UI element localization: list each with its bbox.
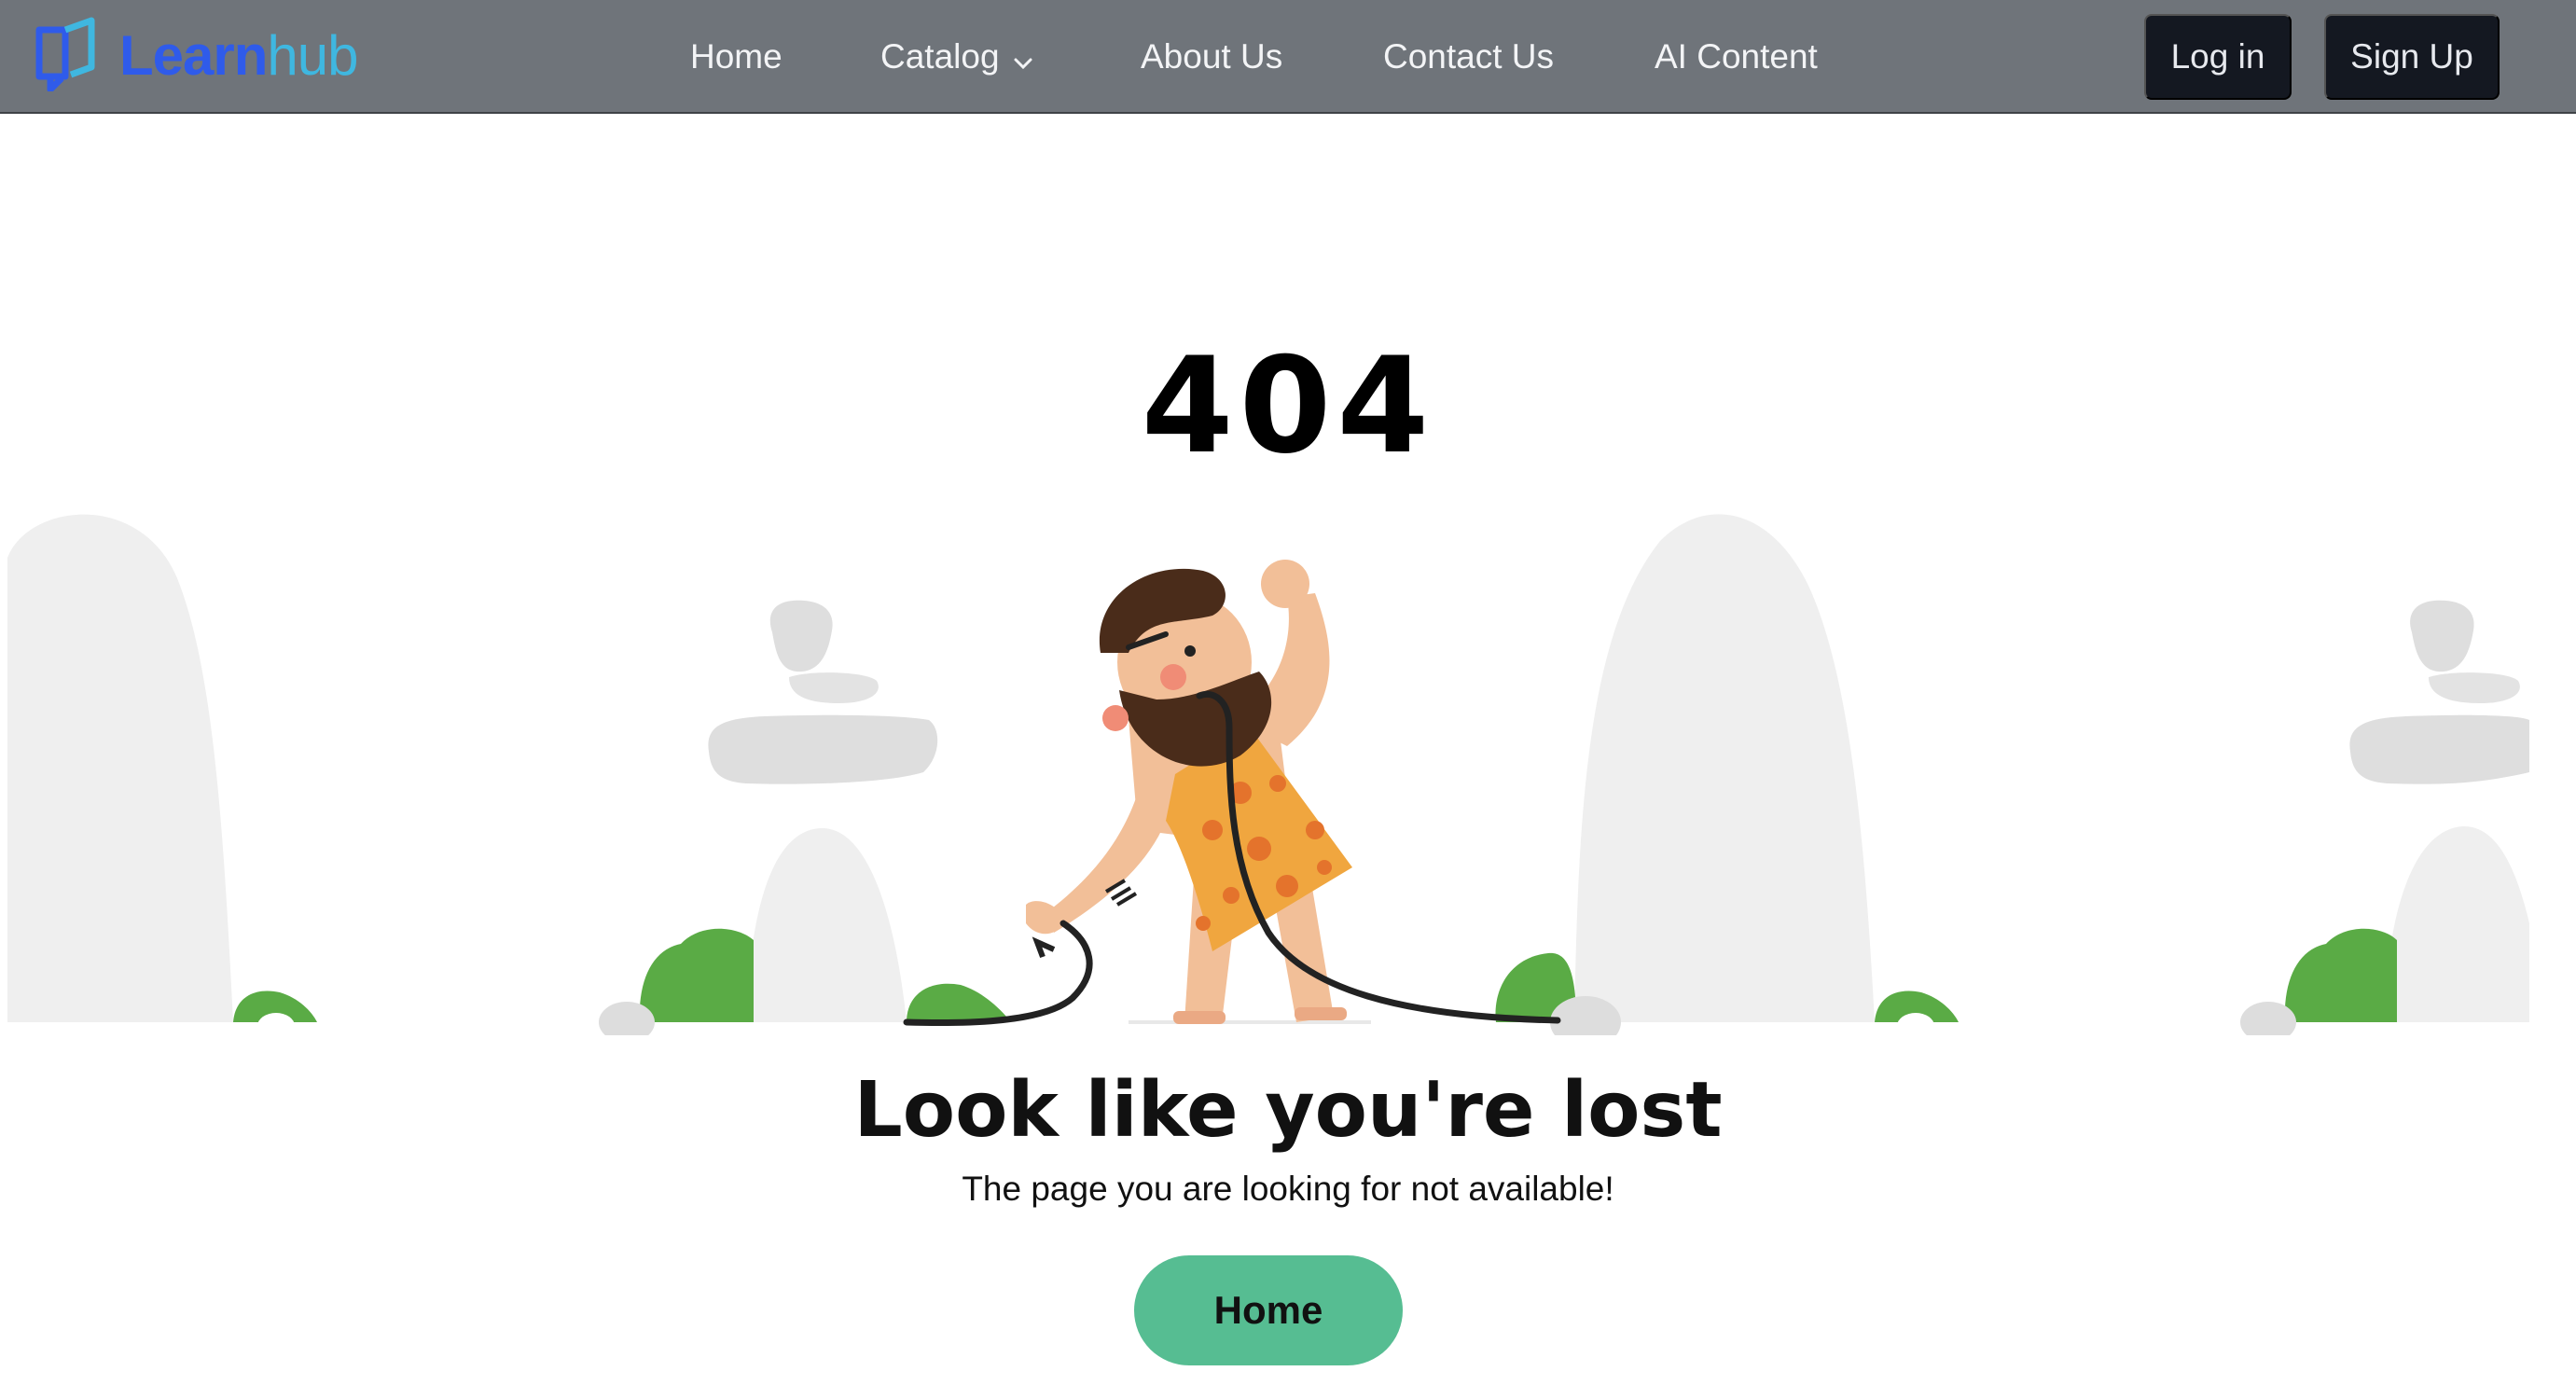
error-title: Look like you're lost [853, 1066, 1723, 1155]
logo-icon [34, 17, 103, 96]
nav-about-us[interactable]: About Us [1141, 32, 1282, 82]
nav-home[interactable]: Home [690, 32, 782, 82]
nav-contact-us[interactable]: Contact Us [1383, 32, 1554, 82]
nav-catalog-dropdown[interactable]: Catalog [880, 32, 1033, 82]
caveman-illustration [0, 513, 2576, 1048]
brand-name-hub: hub [267, 24, 358, 87]
login-button[interactable]: Log in [2144, 14, 2292, 100]
signup-button[interactable]: Sign Up [2324, 14, 2500, 100]
brand-name: Learnhub [119, 28, 359, 84]
nav-ai-content[interactable]: AI Content [1655, 32, 1818, 82]
navbar: Learnhub Home Catalog About Us Contact U… [0, 0, 2576, 114]
error-subtitle: The page you are looking for not availab… [962, 1170, 1614, 1208]
chevron-down-icon [1013, 34, 1033, 84]
error-code: 404 [1141, 329, 1435, 483]
brand-name-learn: Learn [119, 24, 268, 87]
nav-catalog-label: Catalog [880, 37, 1000, 76]
brand-logo-link[interactable]: Learnhub [34, 17, 359, 96]
home-button[interactable]: Home [1134, 1255, 1403, 1365]
